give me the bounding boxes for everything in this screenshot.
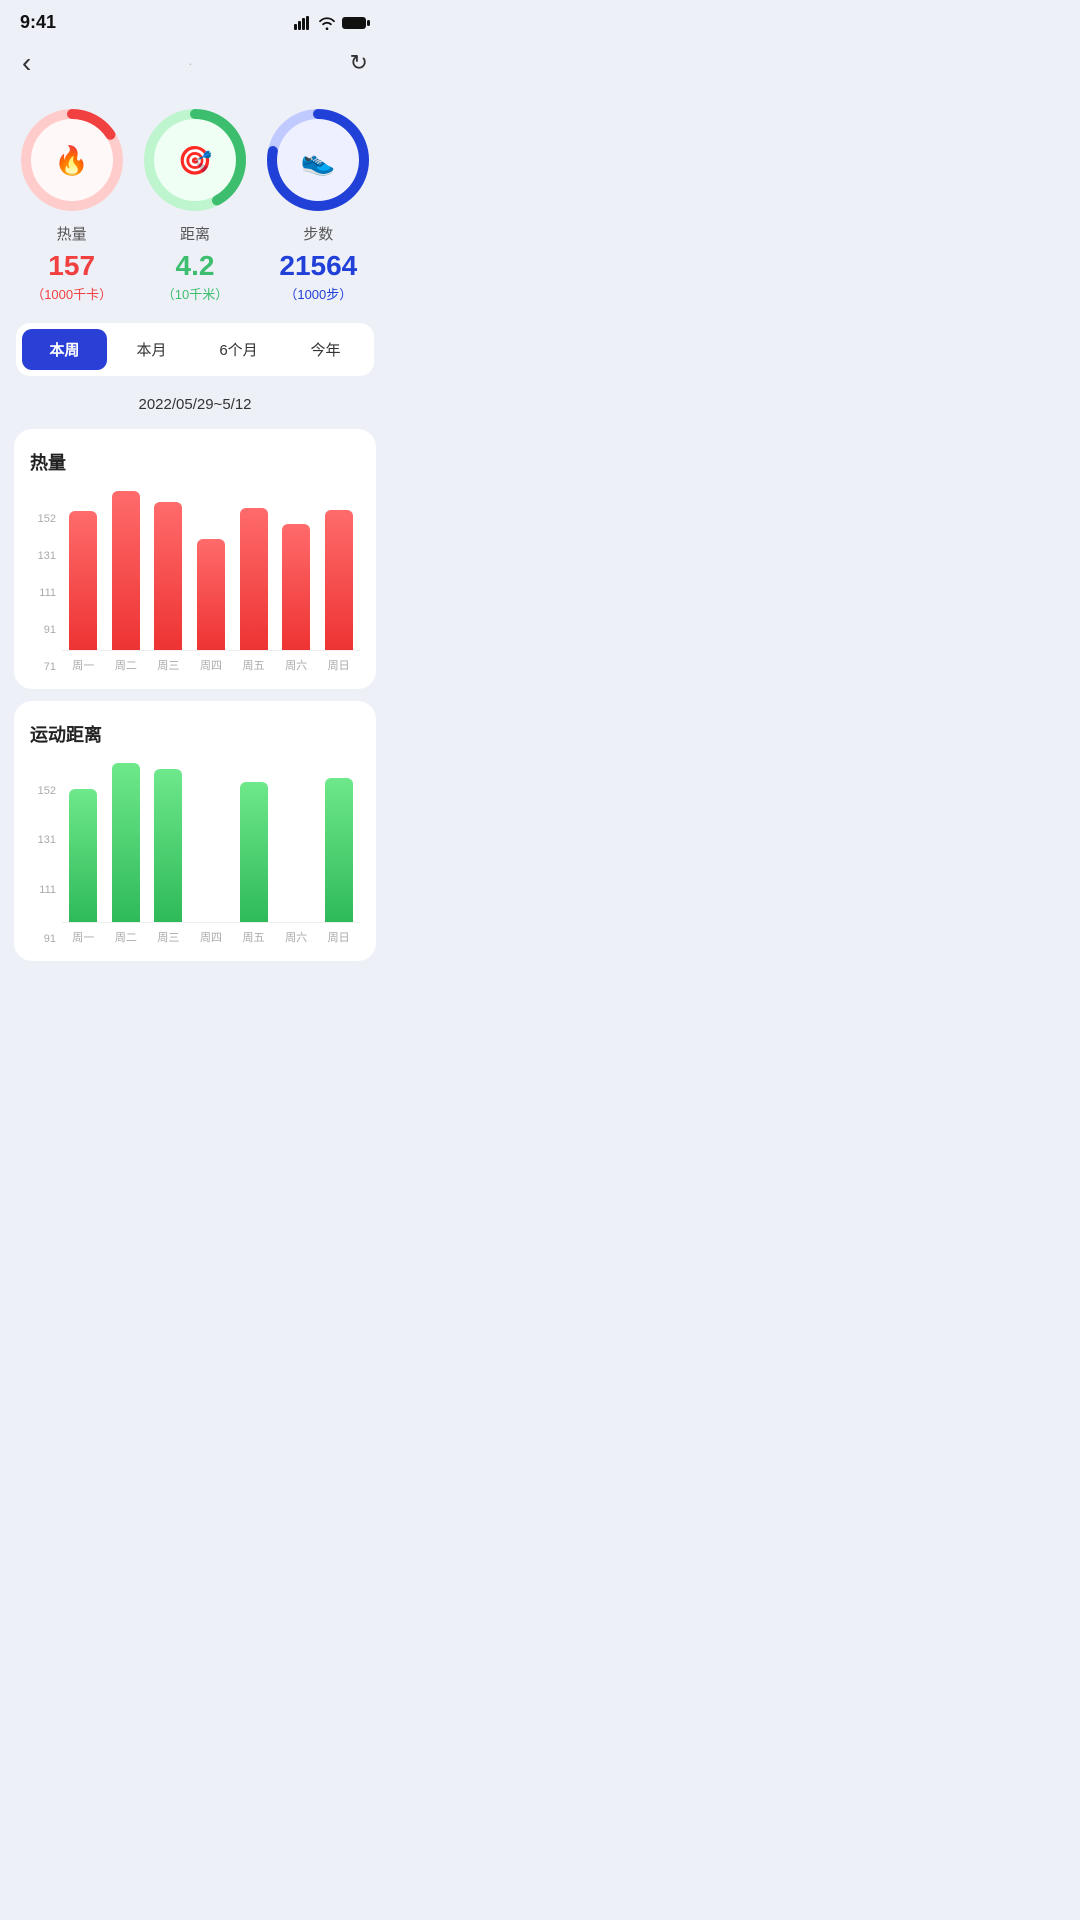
stat-target-calories: （1000千卡） [31,284,112,303]
stat-target-steps: （1000步） [284,284,352,303]
chart-title: 运动距离 [30,721,360,747]
bar-5 [282,524,310,650]
x-label: 周二 [112,929,140,945]
y-label: 131 [38,834,56,846]
calories-chart-card: 热量 152 131 111 91 71 [14,429,376,689]
bar-2 [154,502,182,650]
tab-6个月[interactable]: 6个月 [196,329,281,370]
signal-icon [294,16,312,30]
tab-本周[interactable]: 本周 [22,329,107,370]
stats-row: 🔥 热量 157 （1000千卡） 🎯 距离 4.2 （10千米） 👟 步数 21564 （… [0,95,390,323]
header: ‹ · ↻ [0,37,390,95]
stat-value-steps: 21564 [279,252,357,280]
x-label: 周四 [197,929,225,945]
bar-col-0 [69,763,97,922]
chart-title: 热量 [30,449,360,475]
bar-6 [325,510,353,650]
bar-col-2 [154,763,182,922]
x-label: 周四 [197,657,225,673]
x-label: 周日 [325,929,353,945]
x-label: 周三 [154,929,182,945]
bar-col-6 [325,763,353,922]
battery-icon [342,16,370,30]
back-button[interactable]: ‹ [22,47,31,79]
bar-col-1 [112,763,140,922]
bar-0 [69,511,97,650]
x-labels: 周一周二周三周四周五周六周日 [62,657,360,673]
stat-label-calories: 热量 [57,223,87,244]
stat-target-distance: （10千米） [162,284,228,303]
chart-area: 152 131 111 91 71 周一周二周三周四周五周六周日 [30,491,360,673]
y-label: 91 [44,933,56,945]
bar-4 [240,508,268,650]
refresh-button[interactable]: ↻ [350,50,368,76]
stat-value-distance: 4.2 [176,252,215,280]
x-labels: 周一周二周三周四周五周六周日 [62,929,360,945]
stat-item-steps: 👟 步数 21564 （1000步） [263,105,373,303]
status-icons [294,16,370,30]
stat-item-calories: 🔥 热量 157 （1000千卡） [17,105,127,303]
bar-3 [197,539,225,650]
stat-icon-steps: 👟 [291,133,345,187]
distance-chart-card: 运动距离 152 131 111 91 [14,701,376,961]
status-bar: 9:41 [0,0,390,37]
stat-label-distance: 距离 [180,223,210,244]
x-label: 周五 [240,657,268,673]
ring-calories: 🔥 [17,105,127,215]
bar-1 [112,491,140,650]
wifi-icon [318,16,336,30]
bar-col-4 [240,763,268,922]
bar-col-3 [197,763,225,922]
bar-6 [325,778,353,922]
x-label: 周二 [112,657,140,673]
bar-2 [154,769,182,922]
bar-col-4 [240,491,268,650]
y-label: 111 [39,587,56,599]
y-label: 91 [44,624,56,636]
x-label: 周一 [69,929,97,945]
ring-steps: 👟 [263,105,373,215]
x-label: 周六 [282,929,310,945]
tabs-wrapper: 本周本月6个月今年 [0,323,390,384]
bar-col-5 [282,763,310,922]
x-label: 周三 [154,657,182,673]
y-label: 131 [38,550,56,562]
bar-col-2 [154,491,182,650]
chart-area: 152 131 111 91 周一周二周三周四周五周六周日 [30,763,360,945]
y-label: 152 [38,513,56,525]
stat-value-calories: 157 [48,252,95,280]
status-time: 9:41 [20,12,56,33]
bars-row [62,763,360,923]
tab-本月[interactable]: 本月 [109,329,194,370]
x-label: 周六 [282,657,310,673]
tabs: 本周本月6个月今年 [16,323,374,376]
x-label: 周五 [240,929,268,945]
bar-4 [240,782,268,922]
stat-label-steps: 步数 [303,223,333,244]
y-label: 111 [39,884,56,896]
bar-0 [69,789,97,922]
bars-row [62,491,360,651]
stat-icon-calories: 🔥 [45,133,99,187]
bar-col-1 [112,491,140,650]
bar-1 [112,763,140,922]
bar-col-3 [197,491,225,650]
bar-col-6 [325,491,353,650]
bar-col-0 [69,491,97,650]
date-range: 2022/05/29~5/12 [0,384,390,423]
tab-今年[interactable]: 今年 [283,329,368,370]
stat-icon-distance: 🎯 [168,133,222,187]
y-label: 71 [44,661,56,673]
bar-col-5 [282,491,310,650]
x-label: 周日 [325,657,353,673]
x-label: 周一 [69,657,97,673]
ring-distance: 🎯 [140,105,250,215]
y-label: 152 [38,785,56,797]
stat-item-distance: 🎯 距离 4.2 （10千米） [140,105,250,303]
